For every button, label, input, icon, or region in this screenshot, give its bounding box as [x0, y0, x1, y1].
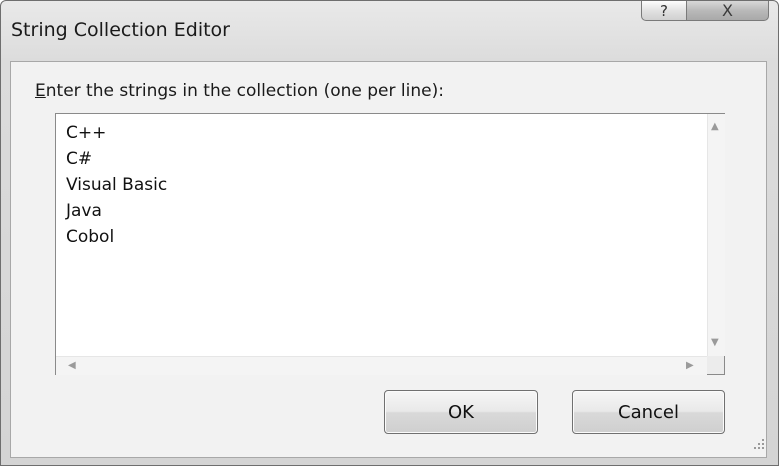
- scroll-down-arrow-icon[interactable]: ▼: [711, 338, 719, 348]
- scroll-up-arrow-icon[interactable]: ▲: [711, 122, 719, 132]
- ok-button[interactable]: OK: [384, 390, 538, 434]
- title-bar[interactable]: String Collection Editor ? X: [1, 1, 778, 61]
- horizontal-scrollbar[interactable]: ◀ ▶: [56, 356, 707, 375]
- collection-line: C++: [66, 123, 107, 143]
- resize-grip-icon[interactable]: [753, 438, 765, 450]
- window-title: String Collection Editor: [11, 19, 230, 41]
- cancel-button[interactable]: Cancel: [572, 390, 725, 434]
- close-button[interactable]: X: [687, 1, 769, 21]
- prompt-text: nter the strings in the collection (one …: [45, 81, 444, 101]
- collection-line: C#: [66, 149, 93, 169]
- vertical-scrollbar[interactable]: ▲ ▼: [707, 114, 725, 356]
- close-icon: X: [722, 1, 733, 20]
- collection-prompt-label: Enter the strings in the collection (one…: [35, 81, 444, 101]
- collection-line: Visual Basic: [66, 175, 168, 195]
- help-button[interactable]: ?: [641, 1, 687, 21]
- collection-line: Cobol: [66, 227, 115, 247]
- cancel-button-label: Cancel: [618, 401, 679, 423]
- scroll-right-arrow-icon[interactable]: ▶: [686, 361, 694, 371]
- ok-button-label: OK: [448, 401, 474, 423]
- scrollbar-corner: [707, 356, 724, 374]
- dialog-client-area: Enter the strings in the collection (one…: [10, 61, 767, 458]
- help-icon: ?: [660, 1, 668, 20]
- textarea-content: C++ C# Visual Basic Java Cobol: [66, 120, 167, 250]
- collection-line: Java: [66, 201, 102, 221]
- string-collection-editor-window: String Collection Editor ? X Enter the s…: [0, 0, 779, 466]
- strings-textarea[interactable]: C++ C# Visual Basic Java Cobol ▲ ▼ ◀ ▶: [55, 113, 725, 375]
- prompt-accelerator-key: E: [35, 81, 46, 101]
- scroll-left-arrow-icon[interactable]: ◀: [68, 361, 76, 371]
